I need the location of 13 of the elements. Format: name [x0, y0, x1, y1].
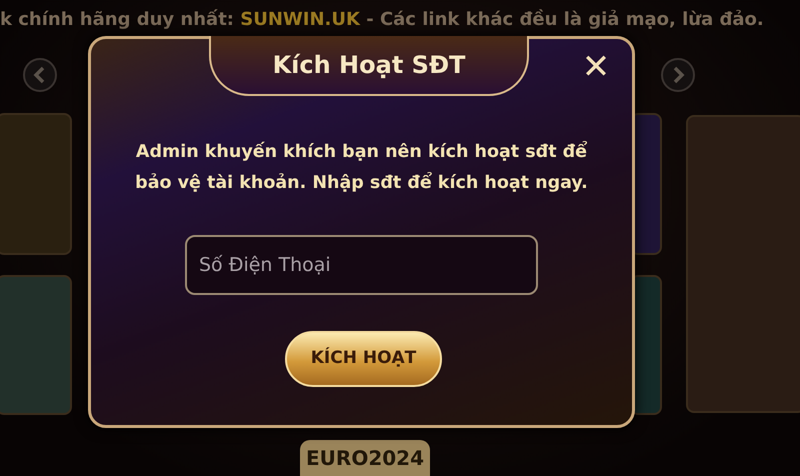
next-arrow-button[interactable]: [661, 58, 695, 92]
close-button[interactable]: ✕: [564, 41, 628, 93]
euro-badge: EURO2024: [300, 440, 430, 476]
activate-button[interactable]: KÍCH HOẠT: [285, 331, 442, 387]
phone-input-field[interactable]: Số Điện Thoại: [185, 235, 538, 295]
announcement-text: k chính hãng duy nhất: SUNWIN.UK - Các link khác đều là giả mạo, lừa đảo.: [0, 8, 765, 32]
game-tile[interactable]: [0, 113, 72, 255]
previous-arrow-button[interactable]: [23, 58, 57, 92]
site-link[interactable]: SUNWIN.UK: [240, 9, 360, 30]
dialog-title: Kích Hoạt SĐT: [272, 50, 466, 81]
game-tile[interactable]: [0, 275, 72, 415]
game-tile[interactable]: [686, 115, 800, 413]
dialog-message: Admin khuyến khích bạn nên kích hoạt sđt để bảo vệ tài khoản. Nhập sđt để kích hoạt ngay.: [134, 140, 589, 195]
